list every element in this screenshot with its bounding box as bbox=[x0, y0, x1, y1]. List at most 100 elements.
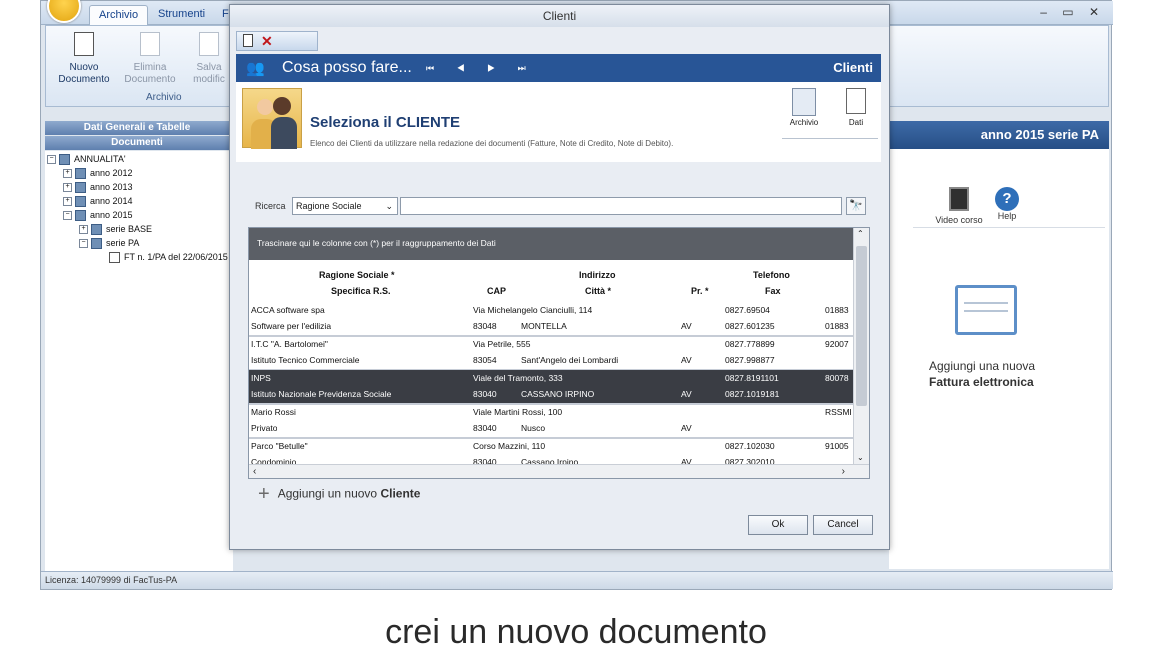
search-field-select[interactable]: Ragione Sociale ⌄ bbox=[292, 197, 398, 215]
expand-icon[interactable]: + bbox=[63, 169, 72, 179]
cell-address: Viale del Tramonto, 333 bbox=[473, 373, 563, 383]
save-icon bbox=[199, 32, 219, 56]
cell-pr: AV bbox=[681, 355, 692, 365]
cancel-button[interactable]: Cancel bbox=[813, 515, 873, 535]
col-specifica[interactable]: Specifica R.S. bbox=[331, 286, 391, 296]
table-row[interactable]: INPS Viale del Tramonto, 333 0827.8191101 8… bbox=[249, 370, 853, 387]
cell-address: Via Michelangelo Cianciulli, 114 bbox=[473, 305, 593, 315]
record-navigation[interactable]: ⏮ ◀ ▶ ⏭ bbox=[426, 54, 536, 82]
cell-city: Nusco bbox=[521, 423, 546, 433]
collapse-icon[interactable]: − bbox=[79, 239, 88, 249]
col-citta[interactable]: Città * bbox=[585, 286, 611, 296]
tree-item-anno-2014[interactable]: + anno 2014 bbox=[63, 195, 133, 208]
cell-city: CASSANO IRPINO bbox=[521, 389, 595, 399]
year-series-bar: anno 2015 serie PA bbox=[889, 121, 1109, 149]
expand-icon[interactable]: + bbox=[63, 197, 72, 207]
scroll-down-icon[interactable]: ⌄ bbox=[857, 453, 864, 462]
series-icon bbox=[91, 238, 102, 250]
divider bbox=[782, 138, 878, 139]
cell-pr: AV bbox=[681, 389, 692, 399]
cell-cap: 83048 bbox=[473, 321, 497, 331]
new-invoice-label-2[interactable]: Fattura elettronica bbox=[929, 375, 1034, 389]
plus-icon: + bbox=[258, 483, 270, 505]
dati-button[interactable]: Dati bbox=[836, 88, 876, 127]
table-row[interactable]: Software per l'edilizia 83048 MONTELLA AV 08… bbox=[249, 318, 853, 335]
clients-people-icon bbox=[242, 88, 302, 149]
cell-fax: 0827.601235 bbox=[725, 321, 775, 331]
new-document-icon[interactable] bbox=[243, 34, 253, 47]
group-by-bar[interactable]: Trascinare qui le colonne con (*) per il… bbox=[249, 228, 853, 260]
cell-address: Viale Martini Rossi, 100 bbox=[473, 407, 563, 417]
new-invoice-label-1[interactable]: Aggiungi una nuova bbox=[929, 359, 1035, 373]
expand-icon[interactable]: + bbox=[63, 183, 72, 193]
folder-icon bbox=[75, 210, 86, 222]
col-indirizzo[interactable]: Indirizzo bbox=[579, 270, 616, 280]
table-row[interactable]: Parco "Betulle" Corso Mazzini, 110 0827.10… bbox=[249, 438, 853, 455]
archive-grid-icon bbox=[792, 88, 816, 116]
add-cliente-button[interactable]: + Aggiungi un nuovo Cliente bbox=[258, 483, 420, 506]
cell-cap: 83040 bbox=[473, 389, 497, 399]
ok-button[interactable]: Ok bbox=[748, 515, 808, 535]
video-corso-button[interactable]: Video corso bbox=[931, 187, 987, 225]
salva-modifiche-button[interactable]: Salva modific bbox=[184, 32, 234, 86]
cell-tel: 0827.102030 bbox=[725, 441, 775, 451]
close-icon[interactable]: ✕ bbox=[261, 32, 273, 50]
cell-name: Parco "Betulle" bbox=[251, 441, 308, 451]
new-invoice-monitor-icon[interactable] bbox=[955, 285, 1017, 335]
scroll-left-icon[interactable]: ‹ bbox=[253, 465, 256, 478]
scroll-up-icon[interactable]: ⌃ bbox=[857, 229, 864, 238]
clients-grid: Trascinare qui le colonne con (*) per il… bbox=[248, 227, 870, 479]
invoice-icon bbox=[109, 252, 120, 264]
tab-strumenti[interactable]: Strumenti bbox=[149, 5, 214, 25]
cosa-posso-fare-title[interactable]: Cosa posso fare... bbox=[282, 54, 412, 82]
cell-spec: Istituto Tecnico Commerciale bbox=[251, 355, 360, 365]
new-document-icon bbox=[74, 32, 94, 56]
vertical-scrollbar[interactable]: ⌃ ⌄ bbox=[853, 228, 869, 464]
table-row[interactable]: Mario Rossi Viale Martini Rossi, 100 RSSMR bbox=[249, 404, 853, 421]
elimina-documento-button[interactable]: Elimina Documento bbox=[122, 32, 178, 86]
binoculars-search-button[interactable]: 🔭 bbox=[846, 197, 866, 215]
search-label: Ricerca bbox=[255, 201, 286, 211]
expand-icon[interactable]: + bbox=[79, 225, 88, 235]
scroll-thumb[interactable] bbox=[856, 246, 867, 406]
tree-item-serie-pa[interactable]: − serie PA bbox=[79, 237, 139, 250]
dialog-toolbar: ✕ bbox=[236, 31, 318, 51]
horizontal-scrollbar[interactable]: ‹ › bbox=[249, 464, 869, 478]
tree-item-annualita[interactable]: − ANNUALITA' bbox=[47, 153, 126, 166]
cell-fax: 0827.998877 bbox=[725, 355, 775, 365]
table-row[interactable]: I.T.C "A. Bartolomei" Via Petrile, 555 082… bbox=[249, 336, 853, 353]
cell-city: Sant'Angelo dei Lombardi bbox=[521, 355, 619, 365]
col-pr[interactable]: Pr. * bbox=[691, 286, 709, 296]
tree-item-anno-2013[interactable]: + anno 2013 bbox=[63, 181, 133, 194]
collapse-icon[interactable]: − bbox=[63, 211, 72, 221]
archivio-button[interactable]: Archivio bbox=[784, 88, 824, 127]
grid-rows: ACCA software spa Via Michelangelo Cianci… bbox=[249, 302, 853, 473]
col-fax[interactable]: Fax bbox=[765, 286, 781, 296]
window-controls[interactable]: – ▭ ✕ bbox=[1040, 5, 1105, 19]
film-icon bbox=[949, 187, 969, 211]
selection-header: Seleziona il CLIENTE Elenco dei Clienti … bbox=[236, 82, 881, 162]
tree-item-serie-base[interactable]: + serie BASE bbox=[79, 223, 152, 236]
table-row[interactable]: Privato 83040 Nusco AV bbox=[249, 420, 853, 437]
cell-cap: 83040 bbox=[473, 423, 497, 433]
col-ragione-sociale[interactable]: Ragione Sociale * bbox=[319, 270, 395, 280]
folder-icon bbox=[75, 182, 86, 194]
scroll-right-icon[interactable]: › bbox=[842, 465, 845, 478]
cell-extra2: 01883 bbox=[825, 321, 849, 331]
cell-spec: Privato bbox=[251, 423, 278, 433]
tree-item-invoice[interactable]: FT n. 1/PA del 22/06/2015 bbox=[109, 251, 228, 264]
search-input[interactable] bbox=[400, 197, 842, 215]
table-row[interactable]: Istituto Tecnico Commerciale 83054 Sant'An… bbox=[249, 352, 853, 369]
nuovo-documento-button[interactable]: Nuovo Documento bbox=[56, 32, 112, 86]
tab-archivio[interactable]: Archivio bbox=[89, 5, 149, 26]
tree-item-anno-2012[interactable]: + anno 2012 bbox=[63, 167, 133, 180]
dati-generali-header[interactable]: Dati Generali e Tabelle bbox=[45, 121, 229, 135]
col-cap[interactable]: CAP bbox=[487, 286, 506, 296]
table-row[interactable]: ACCA software spa Via Michelangelo Cianci… bbox=[249, 302, 853, 319]
collapse-icon[interactable]: − bbox=[47, 155, 56, 165]
documenti-header[interactable]: Documenti bbox=[45, 136, 229, 150]
help-button[interactable]: ? Help bbox=[989, 187, 1025, 221]
col-telefono[interactable]: Telefono bbox=[753, 270, 790, 280]
table-row[interactable]: Istituto Nazionale Previdenza Sociale 830… bbox=[249, 386, 853, 403]
tree-item-anno-2015[interactable]: − anno 2015 bbox=[63, 209, 133, 222]
